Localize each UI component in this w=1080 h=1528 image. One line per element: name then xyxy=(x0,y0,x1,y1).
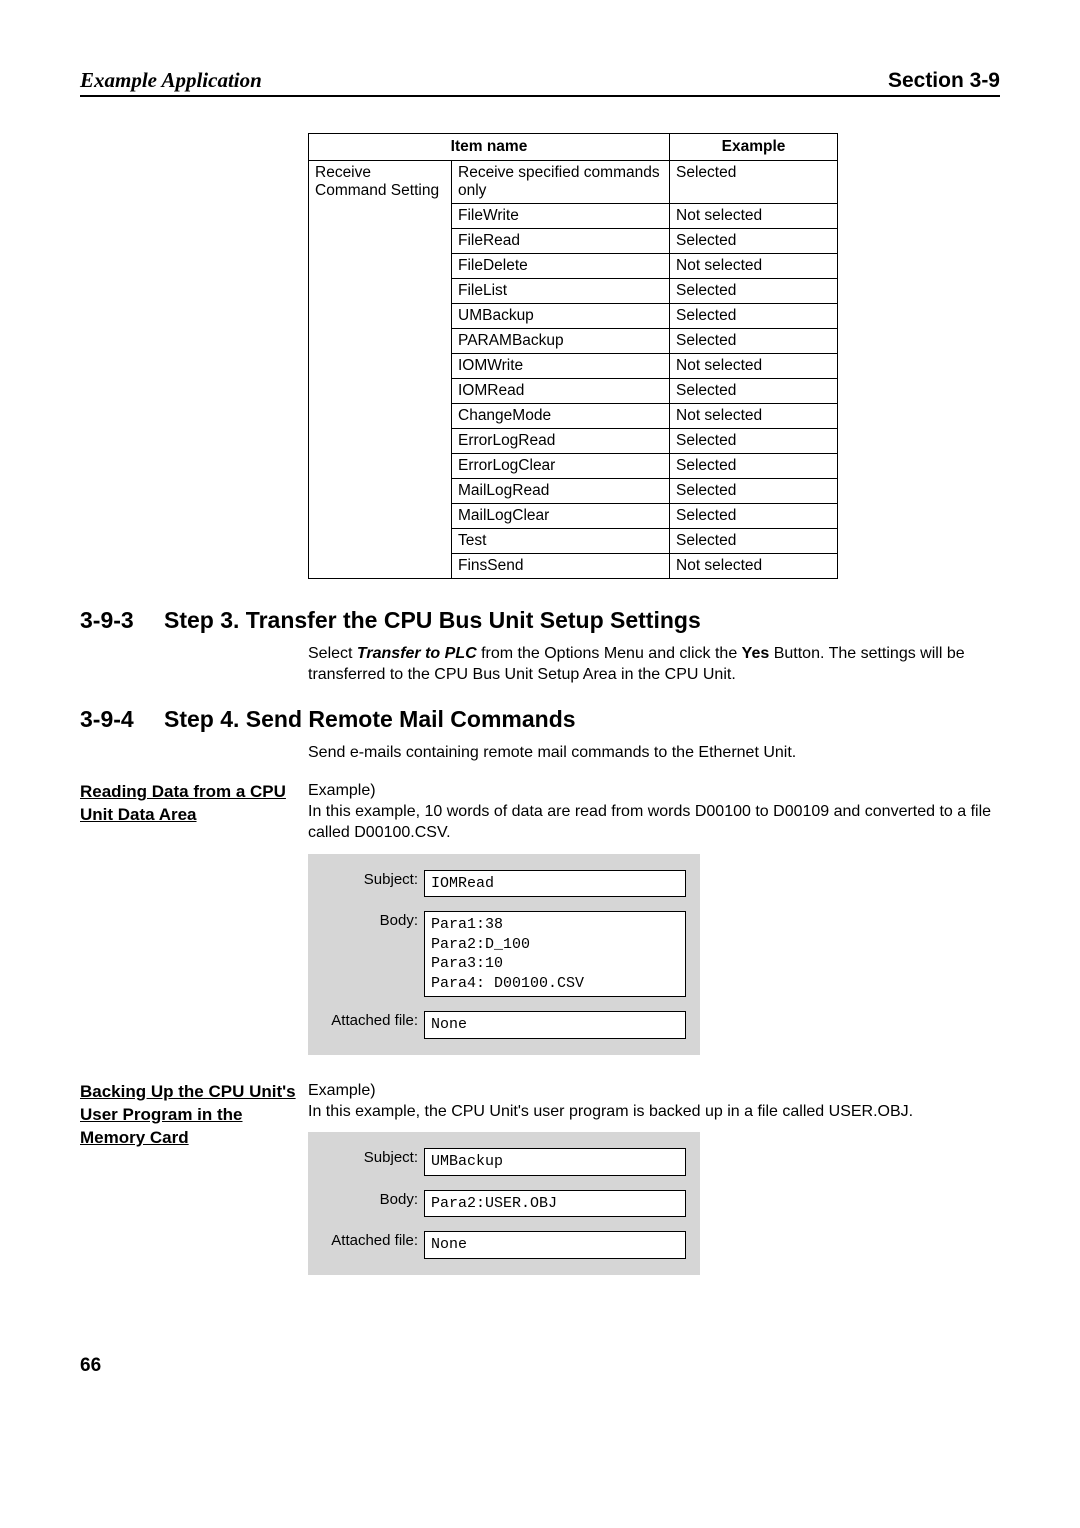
subhead-reading-data: Reading Data from a CPU Unit Data Area xyxy=(80,781,308,1054)
cell-name: FileRead xyxy=(452,229,670,254)
label-body: Body: xyxy=(322,1190,424,1210)
field-subject: UMBackup xyxy=(424,1148,686,1176)
cell-example: Selected xyxy=(670,279,838,304)
cell-example: Not selected xyxy=(670,204,838,229)
field-attached: None xyxy=(424,1011,686,1039)
cell-name: IOMWrite xyxy=(452,354,670,379)
header-left: Example Application xyxy=(80,68,262,93)
body-3-9-3: Select Transfer to PLC from the Options … xyxy=(308,644,1000,686)
heading-3-9-4: 3-9-4Step 4. Send Remote Mail Commands xyxy=(80,706,1000,733)
heading-title: Step 3. Transfer the CPU Bus Unit Setup … xyxy=(164,607,701,633)
body-3-9-4: Send e-mails containing remote mail comm… xyxy=(308,743,1000,764)
label-body: Body: xyxy=(322,911,424,931)
cell-example: Selected xyxy=(670,529,838,554)
cell-example: Selected xyxy=(670,329,838,354)
cell-example: Selected xyxy=(670,454,838,479)
label-attached: Attached file: xyxy=(322,1231,424,1251)
cell-example: Not selected xyxy=(670,354,838,379)
cell-example: Selected xyxy=(670,504,838,529)
field-subject: IOMRead xyxy=(424,870,686,898)
cell-name: FileDelete xyxy=(452,254,670,279)
heading-3-9-3: 3-9-3Step 3. Transfer the CPU Bus Unit S… xyxy=(80,607,1000,634)
field-body: Para2:USER.OBJ xyxy=(424,1190,686,1218)
example-lead: Example) xyxy=(308,1081,1000,1102)
cell-name: ErrorLogClear xyxy=(452,454,670,479)
mailbox-umbackup: Subject: UMBackup Body: Para2:USER.OBJ A… xyxy=(308,1132,700,1275)
label-subject: Subject: xyxy=(322,870,424,890)
page-header: Example Application Section 3-9 xyxy=(80,68,1000,97)
th-example: Example xyxy=(670,134,838,161)
cell-example: Not selected xyxy=(670,254,838,279)
header-right: Section 3-9 xyxy=(888,69,1000,93)
cell-name: MailLogRead xyxy=(452,479,670,504)
cell-example: Selected xyxy=(670,229,838,254)
heading-num: 3-9-4 xyxy=(80,706,164,733)
example-desc: In this example, 10 words of data are re… xyxy=(308,802,1000,844)
cell-example: Selected xyxy=(670,429,838,454)
cell-example: Selected xyxy=(670,379,838,404)
cell-name: FinsSend xyxy=(452,554,670,579)
field-body: Para1:38 Para2:D_100 Para3:10 Para4: D00… xyxy=(424,911,686,997)
table-row: Receive Command Setting Receive specifie… xyxy=(309,161,838,204)
cell-name: ErrorLogRead xyxy=(452,429,670,454)
mailbox-iomread: Subject: IOMRead Body: Para1:38 Para2:D_… xyxy=(308,854,700,1055)
cell-name: UMBackup xyxy=(452,304,670,329)
cell-example: Selected xyxy=(670,161,838,204)
settings-table: Item name Example Receive Command Settin… xyxy=(308,133,838,579)
field-attached: None xyxy=(424,1231,686,1259)
cell-name: FileList xyxy=(452,279,670,304)
example-lead: Example) xyxy=(308,781,1000,802)
settings-table-wrap: Item name Example Receive Command Settin… xyxy=(308,133,1000,579)
heading-num: 3-9-3 xyxy=(80,607,164,634)
page-number: 66 xyxy=(80,1355,1000,1377)
label-attached: Attached file: xyxy=(322,1011,424,1031)
label-subject: Subject: xyxy=(322,1148,424,1168)
cell-example: Selected xyxy=(670,304,838,329)
cell-name: Receive specified commands only xyxy=(452,161,670,204)
cell-example: Not selected xyxy=(670,404,838,429)
cell-name: IOMRead xyxy=(452,379,670,404)
cell-example: Not selected xyxy=(670,554,838,579)
cell-name: PARAMBackup xyxy=(452,329,670,354)
cell-name: MailLogClear xyxy=(452,504,670,529)
group-cell: Receive Command Setting xyxy=(309,161,452,579)
cell-name: ChangeMode xyxy=(452,404,670,429)
th-item-name: Item name xyxy=(309,134,670,161)
cell-example: Selected xyxy=(670,479,838,504)
subhead-backing-up: Backing Up the CPU Unit's User Program i… xyxy=(80,1081,308,1275)
cell-name: Test xyxy=(452,529,670,554)
example-desc: In this example, the CPU Unit's user pro… xyxy=(308,1102,1000,1123)
cell-name: FileWrite xyxy=(452,204,670,229)
heading-title: Step 4. Send Remote Mail Commands xyxy=(164,706,576,732)
